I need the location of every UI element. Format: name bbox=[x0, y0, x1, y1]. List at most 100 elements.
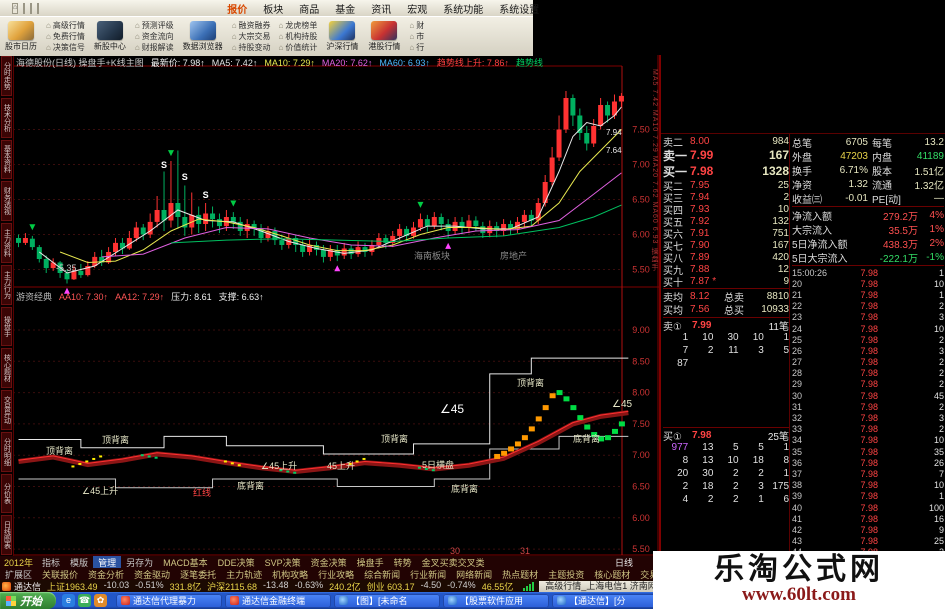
toolbar-link-机构持股[interactable]: ⌂ 机构持股 bbox=[279, 31, 318, 42]
tick-row[interactable]: 33 7.98 2 bbox=[792, 424, 944, 435]
tick-row[interactable]: 24 7.98 10 bbox=[792, 323, 944, 334]
tick-row[interactable]: 31 7.98 2 bbox=[792, 401, 944, 412]
taskbar-button[interactable]: 通达信金融终端 bbox=[225, 593, 331, 608]
tick-time: 40 bbox=[792, 502, 803, 513]
toolbar-link-group: ⌂ 高级行情 ⌂ 免费行情 ⌂ 决策信号 bbox=[46, 20, 85, 53]
toolbar-link-龙虎榜单[interactable]: ⌂ 龙虎榜单 bbox=[279, 20, 318, 31]
menu-item-系统设置[interactable]: 系统设置 bbox=[491, 0, 547, 17]
tick-row[interactable]: 23 7.98 3 bbox=[792, 312, 944, 323]
taskbar-button[interactable]: 【通达信】[分 bbox=[552, 593, 658, 608]
quick-launch-icon[interactable]: ✿ bbox=[94, 594, 107, 607]
flow-label: 5日净流入额 bbox=[792, 239, 848, 251]
sidebar-tab-技术分析[interactable]: 技术分析 bbox=[1, 97, 12, 138]
toolbar-link-决策信号[interactable]: ⌂ 决策信号 bbox=[46, 42, 85, 53]
sidebar-tab-财务透视[interactable]: 财务透视 bbox=[1, 181, 12, 221]
toolbar-link-行[interactable]: ⌂ 行 bbox=[409, 42, 424, 53]
panel-icon[interactable] bbox=[23, 2, 26, 14]
chart-area[interactable]: 7.50 7.00 6.50 6.00 5.50 9.00 8.50 8.00 7.50 7.00… bbox=[13, 55, 659, 556]
tick-row[interactable]: 42 7.98 9 bbox=[792, 524, 944, 535]
quick-launch-icon[interactable]: ☎ bbox=[78, 594, 91, 607]
toolbar-link-资金流向[interactable]: ⌂ 资金流向 bbox=[135, 31, 174, 42]
sidebar-tab-日线图表[interactable]: 日线图表 bbox=[1, 515, 12, 555]
tick-row[interactable]: 15:00:26 7.98 1 bbox=[792, 267, 944, 278]
level-row-卖二[interactable]: 卖二 8.00 984 bbox=[663, 135, 789, 149]
stat-value: 1.51亿 bbox=[914, 166, 944, 178]
tab-主题投资[interactable]: 主题投资 bbox=[543, 568, 589, 581]
menu-item-报价[interactable]: 报价 bbox=[219, 0, 255, 17]
chart-canvas[interactable]: 7.50 7.00 6.50 6.00 5.50 9.00 8.50 8.00 7.50 7.00… bbox=[13, 55, 659, 556]
toolbar-link-融资融券[interactable]: ⌂ 融资融券 bbox=[232, 20, 271, 31]
house-icon: ⌂ bbox=[46, 21, 51, 30]
tick-row[interactable]: 34 7.98 10 bbox=[792, 435, 944, 446]
taskbar-button[interactable]: 【图】[未命名 bbox=[334, 593, 440, 608]
menu-item-资讯[interactable]: 资讯 bbox=[363, 0, 399, 17]
menu-bar: 报价 板块 商品 基金 资讯 宏观 系统功能 系统设置 bbox=[219, 0, 547, 17]
tick-row[interactable]: 32 7.98 3 bbox=[792, 412, 944, 423]
taskbar-button[interactable]: 【股票软件应用 bbox=[443, 593, 549, 608]
menu-item-基金[interactable]: 基金 bbox=[327, 0, 363, 17]
sidebar-tab-分时明细[interactable]: 分时明细 bbox=[1, 431, 12, 472]
tick-row[interactable]: 29 7.98 2 bbox=[792, 379, 944, 390]
toolbar-link-持股变动[interactable]: ⌂ 持股变动 bbox=[232, 42, 271, 53]
toolbar-link-财[interactable]: ⌂ 财 bbox=[409, 20, 424, 31]
sidebar-tab-操盘手[interactable]: 操盘手 bbox=[1, 306, 12, 347]
home-icon[interactable]: ⌂ bbox=[12, 2, 19, 14]
tick-row[interactable]: 43 7.98 25 bbox=[792, 536, 944, 547]
queue-row: 8 13 10 18 8 bbox=[663, 455, 789, 468]
toolbar-link-价值统计[interactable]: ⌂ 价值统计 bbox=[279, 42, 318, 53]
toolbar-link-高级行情[interactable]: ⌂ 高级行情 bbox=[46, 20, 85, 31]
sidebar-tab-核心题材[interactable]: 核心题材 bbox=[1, 348, 12, 388]
tick-row[interactable]: 20 7.98 10 bbox=[792, 278, 944, 289]
toolbar-link-免费行情[interactable]: ⌂ 免费行情 bbox=[46, 31, 85, 42]
tick-row[interactable]: 38 7.98 10 bbox=[792, 480, 944, 491]
panel-icon[interactable] bbox=[30, 2, 33, 14]
tick-row[interactable]: 22 7.98 2 bbox=[792, 301, 944, 312]
sidebar-tab-分时走势[interactable]: 分时走势 bbox=[1, 56, 12, 96]
tick-row[interactable]: 35 7.98 35 bbox=[792, 446, 944, 457]
taskbar-button[interactable]: 通达信代理暴力 bbox=[116, 593, 222, 608]
sidebar-tab-分价表[interactable]: 分价表 bbox=[1, 473, 12, 514]
tick-row[interactable]: 26 7.98 3 bbox=[792, 345, 944, 356]
toolbar-button-港股行情[interactable]: 港股行情 bbox=[368, 21, 400, 52]
level-price: 7.88 bbox=[690, 263, 710, 275]
tick-time: 30 bbox=[792, 390, 803, 401]
toolbar-button-新股中心[interactable]: 新股中心 bbox=[94, 21, 126, 52]
sidebar-tab-基本资料[interactable]: 基本资料 bbox=[1, 139, 12, 180]
tick-row[interactable]: 39 7.98 1 bbox=[792, 491, 944, 502]
menu-item-商品[interactable]: 商品 bbox=[291, 0, 327, 17]
quick-launch-icon[interactable]: e bbox=[62, 594, 75, 607]
tick-row[interactable]: 36 7.98 26 bbox=[792, 457, 944, 468]
toolbar-link-财报解读[interactable]: ⌂ 财报解读 bbox=[135, 42, 174, 53]
start-button[interactable]: 开始 bbox=[0, 592, 56, 609]
tab-核心题材[interactable]: 核心题材 bbox=[589, 568, 635, 581]
sidebar-tab-主力行为[interactable]: 主力行为 bbox=[1, 264, 12, 305]
tick-row[interactable]: 37 7.98 7 bbox=[792, 468, 944, 479]
tick-row[interactable]: 21 7.98 1 bbox=[792, 289, 944, 300]
toolbar-button-沪深行情[interactable]: 沪深行情 bbox=[326, 21, 358, 52]
toolbar-button-数据浏览器[interactable]: 数据浏览器 bbox=[183, 21, 223, 52]
toolbar-link-大宗交易[interactable]: ⌂ 大宗交易 bbox=[232, 31, 271, 42]
menu-item-系统功能[interactable]: 系统功能 bbox=[435, 0, 491, 17]
tick-time: 36 bbox=[792, 457, 803, 468]
tick-row[interactable]: 40 7.98 100 bbox=[792, 502, 944, 513]
tick-row[interactable]: 41 7.98 16 bbox=[792, 513, 944, 524]
tick-row[interactable]: 27 7.98 2 bbox=[792, 357, 944, 368]
menu-item-宏观[interactable]: 宏观 bbox=[399, 0, 435, 17]
queue-cell: 3 bbox=[758, 481, 764, 492]
queue-count: 11笔 bbox=[768, 322, 789, 333]
level-row-买十[interactable]: 买十 7.87 * 9 bbox=[663, 275, 789, 289]
sidebar-tab-主力资料[interactable]: 主力资料 bbox=[1, 223, 12, 263]
tick-row[interactable]: 25 7.98 2 bbox=[792, 334, 944, 345]
menu-item-板块[interactable]: 板块 bbox=[255, 0, 291, 17]
panel-icon[interactable] bbox=[37, 2, 40, 14]
level-volume: 751 bbox=[772, 227, 789, 239]
toolbar-button-股市日历[interactable]: 股市日历 bbox=[5, 21, 37, 52]
tick-row[interactable]: 30 7.98 45 bbox=[792, 390, 944, 401]
sidebar-tab-交易异动[interactable]: 交易异动 bbox=[1, 390, 12, 430]
level-price: 7.89 bbox=[690, 251, 710, 263]
tick-price: 7.98 bbox=[860, 401, 878, 412]
toolbar-link-预测评级[interactable]: ⌂ 预测评级 bbox=[135, 20, 174, 31]
toolbar-link-市[interactable]: ⌂ 市 bbox=[409, 31, 424, 42]
tick-row[interactable]: 28 7.98 2 bbox=[792, 368, 944, 379]
level-row-卖一[interactable]: 卖一 7.99 167 bbox=[663, 147, 789, 163]
